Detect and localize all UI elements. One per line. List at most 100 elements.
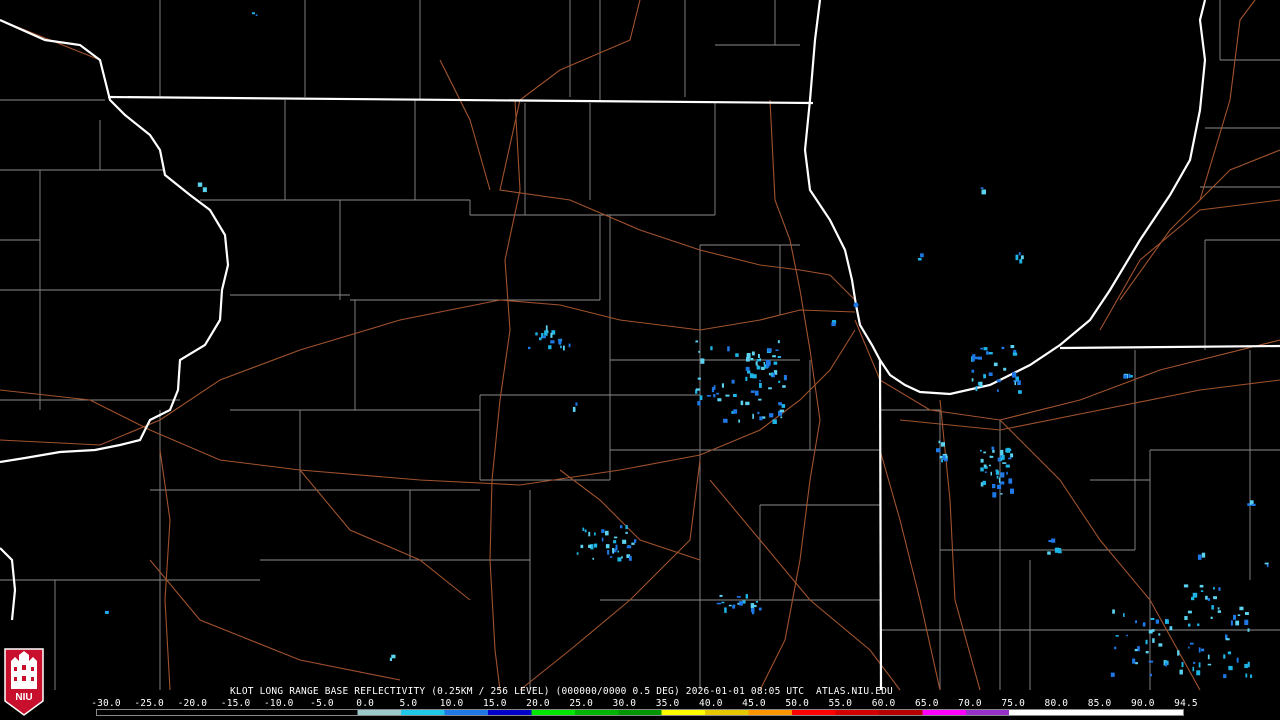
echo-pixel (1006, 471, 1008, 475)
echo-pixel (978, 356, 982, 360)
echo-pixel (1244, 619, 1249, 625)
echo-pixel (759, 379, 761, 382)
echo-pixel (1015, 254, 1019, 261)
echo-pixel (983, 464, 987, 468)
echo-pixel (1155, 619, 1159, 624)
echo-pixel (625, 525, 628, 530)
echo-pixel (997, 457, 1001, 462)
echo-pixel (1187, 610, 1192, 614)
echo-pixel (580, 544, 584, 549)
echo-pixel (1018, 390, 1022, 394)
echo-pixel (1008, 457, 1012, 460)
echo-pixel (731, 379, 735, 384)
product-title: KLOT LONG RANGE BASE REFLECTIVITY (0.25K… (230, 686, 893, 697)
echo-pixel (622, 539, 627, 544)
echo-pixel (558, 339, 562, 345)
echo-pixel (989, 455, 994, 458)
echo-pixel (721, 383, 724, 388)
echo-pixel (980, 187, 984, 189)
echo-pixel (588, 544, 592, 548)
echo-pixel (1227, 651, 1232, 655)
reflectivity-color-bar (96, 709, 1184, 716)
echo-pixel (745, 366, 750, 371)
scale-label: 20.0 (526, 698, 550, 709)
echo-pixel (1218, 587, 1221, 591)
echo-pixel (979, 381, 983, 388)
scale-label: -15.0 (220, 698, 251, 709)
scale-label: 15.0 (482, 698, 507, 709)
echo-pixel (1198, 662, 1201, 668)
echo-pixel (740, 400, 744, 406)
echo-pixel (545, 325, 548, 331)
echo-pixel (759, 416, 763, 421)
echo-pixel (1230, 620, 1233, 626)
echo-pixel (1158, 633, 1161, 636)
echo-pixel (942, 455, 946, 460)
echo-pixel (620, 525, 623, 529)
scale-label: -10.0 (263, 698, 294, 709)
county-boundaries (0, 0, 1280, 690)
echo-pixel (758, 607, 762, 611)
echo-pixel (1181, 662, 1184, 668)
echo-pixel (981, 189, 986, 195)
echo-pixel (782, 385, 786, 388)
echo-pixel (772, 355, 776, 358)
scale-label: 60.0 (871, 698, 896, 709)
echo-pixel (991, 446, 995, 450)
echo-pixel (980, 449, 982, 452)
echo-pixel (560, 345, 562, 349)
echo-pixel (750, 390, 755, 393)
scale-label: 70.0 (958, 698, 982, 709)
echo-pixel (575, 402, 578, 406)
echo-pixel (831, 322, 836, 327)
echo-pixel (777, 356, 781, 358)
echo-pixel (1207, 598, 1211, 601)
echo-pixel (1000, 455, 1003, 458)
echo-pixel (751, 351, 755, 356)
echo-pixel (1017, 380, 1021, 386)
echo-pixel (1005, 464, 1010, 468)
echo-pixel (1047, 551, 1051, 555)
echo-pixel (601, 537, 604, 542)
echo-pixel (1001, 346, 1005, 350)
echo-pixel (1199, 584, 1204, 588)
echo-pixel (756, 365, 761, 370)
echo-pixel (1123, 613, 1125, 617)
echo-pixel (202, 187, 207, 193)
echo-pixel (755, 361, 758, 366)
echo-pixel (613, 540, 617, 544)
echo-pixel (1000, 493, 1003, 495)
echo-pixel (983, 451, 986, 454)
echo-pixel (1149, 673, 1152, 677)
echo-pixel (1012, 352, 1018, 356)
echo-pixel (1200, 648, 1205, 652)
echo-pixel (778, 402, 782, 406)
scale-label: 5.0 (399, 698, 418, 709)
reflectivity-echoes (104, 12, 1269, 679)
echo-pixel (724, 607, 727, 613)
scale-label: -5.0 (310, 698, 334, 709)
echo-pixel (621, 556, 623, 559)
echo-pixel (735, 353, 739, 357)
echo-pixel (758, 354, 760, 358)
echo-pixel (1205, 595, 1208, 600)
echo-pixel (736, 596, 741, 598)
echo-pixel (920, 253, 924, 258)
echo-pixel (700, 358, 705, 364)
echo-pixel (1115, 635, 1119, 637)
echo-pixel (917, 258, 922, 261)
echo-pixel (1151, 629, 1155, 632)
echo-pixel (1000, 472, 1005, 478)
echo-pixel (727, 346, 730, 352)
echo-pixel (698, 350, 700, 353)
scale-label: 55.0 (828, 698, 853, 709)
echo-pixel (612, 548, 615, 554)
echo-pixel (572, 406, 576, 412)
echo-pixel (725, 394, 730, 397)
echo-pixel (1152, 638, 1155, 643)
echo-pixel (601, 529, 605, 533)
echo-pixel (1126, 634, 1128, 637)
echo-pixel (609, 556, 613, 558)
echo-pixel (584, 529, 587, 533)
echo-pixel (768, 387, 772, 390)
